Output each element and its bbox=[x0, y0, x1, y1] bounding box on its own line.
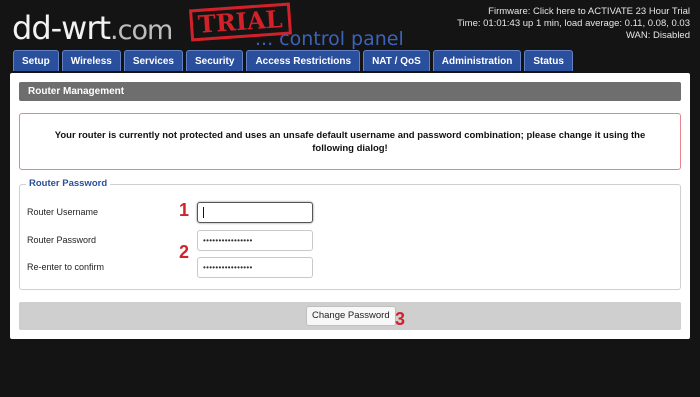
tab-services[interactable]: Services bbox=[123, 50, 183, 71]
step-marker-1: 1 bbox=[179, 200, 190, 220]
tab-access-restrictions[interactable]: Access Restrictions bbox=[246, 50, 361, 71]
password-label: Router Password bbox=[27, 235, 97, 245]
tab-administration[interactable]: Administration bbox=[432, 50, 522, 71]
confirm-password-input[interactable]: •••••••••••••••• bbox=[197, 257, 313, 278]
fieldset-legend: Router Password bbox=[26, 178, 111, 190]
step-marker-2: 2 bbox=[179, 242, 190, 262]
firmware-link[interactable]: Firmware: Click here to ACTIVATE 23 Hour… bbox=[457, 6, 690, 18]
main-panel: Router Management Your router is current… bbox=[10, 73, 690, 339]
username-label: Router Username bbox=[27, 207, 99, 217]
wan-status: WAN: Disabled bbox=[625, 30, 690, 41]
tab-nat-qos[interactable]: NAT / QoS bbox=[363, 50, 430, 71]
confirm-label: Re-enter to confirm bbox=[27, 262, 105, 272]
text-cursor bbox=[203, 207, 204, 219]
uptime-text: Time: 01:01:43 up 1 min, load average: 0… bbox=[457, 18, 690, 29]
step-marker-3: 3 bbox=[395, 309, 406, 329]
header: dd-wrt.com TRIAL ... control panel Firmw… bbox=[0, 0, 700, 72]
logo-text: dd-wrt.com bbox=[12, 9, 173, 47]
warning-text: Your router is currently not protected a… bbox=[54, 129, 646, 154]
tab-wireless[interactable]: Wireless bbox=[61, 50, 121, 71]
password-value: •••••••••••••••• bbox=[203, 236, 253, 245]
button-bar: Change Password bbox=[19, 302, 681, 330]
password-input[interactable]: •••••••••••••••• bbox=[197, 230, 313, 251]
tab-status[interactable]: Status bbox=[524, 50, 573, 71]
warning-box: Your router is currently not protected a… bbox=[19, 113, 681, 170]
section-title: Router Management bbox=[19, 82, 681, 101]
confirm-value: •••••••••••••••• bbox=[203, 263, 253, 272]
logo-subtitle: ... control panel bbox=[255, 28, 404, 50]
router-password-fieldset: Router Password Router Username Router P… bbox=[19, 178, 681, 290]
main-tabs: Setup Wireless Services Security Access … bbox=[13, 50, 573, 71]
status-info: Firmware: Click here to ACTIVATE 23 Hour… bbox=[457, 6, 690, 42]
username-input[interactable] bbox=[197, 202, 313, 223]
tab-security[interactable]: Security bbox=[185, 50, 244, 71]
tab-setup[interactable]: Setup bbox=[13, 50, 59, 71]
change-password-button[interactable]: Change Password bbox=[306, 306, 396, 326]
